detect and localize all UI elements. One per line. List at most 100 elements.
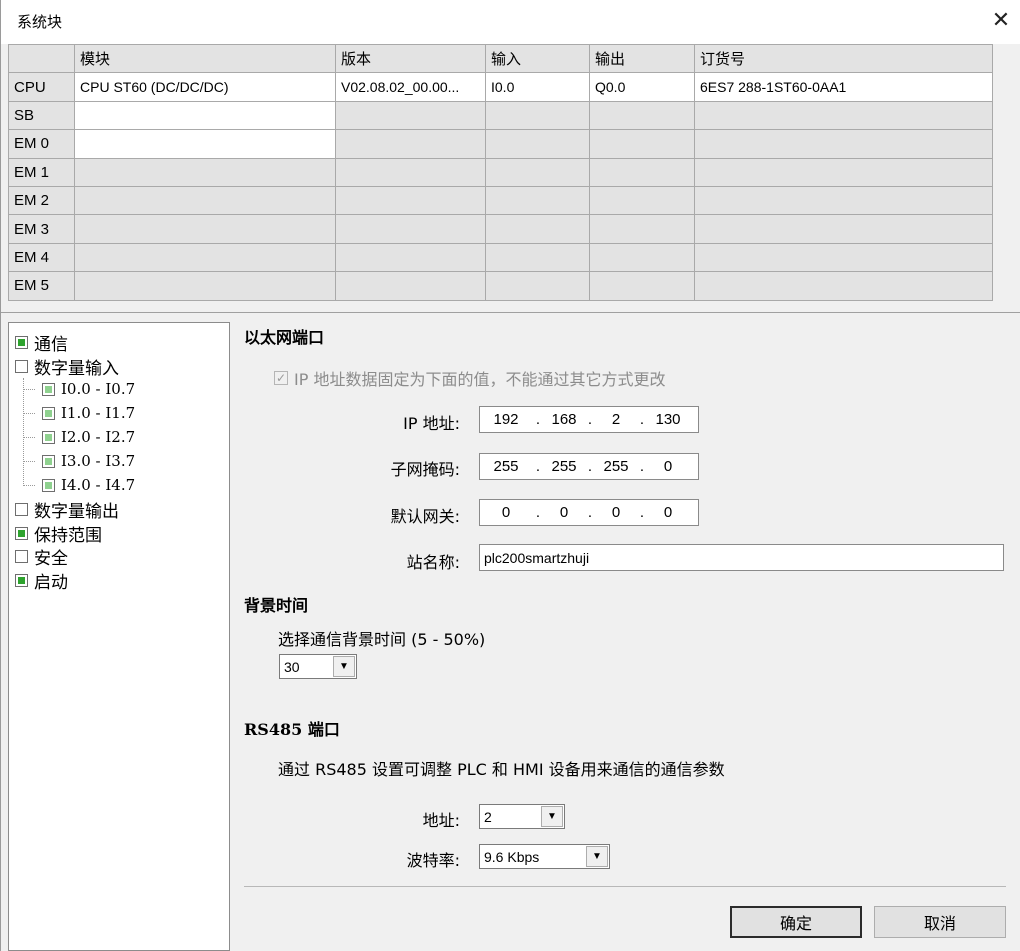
ip-octet[interactable]: 255 bbox=[596, 458, 636, 475]
ip-octet[interactable]: 255 bbox=[544, 458, 584, 475]
ip-dot: . bbox=[587, 458, 593, 475]
checkbox-icon[interactable] bbox=[42, 478, 55, 492]
tree-connector bbox=[23, 389, 35, 390]
baud-rate-select[interactable]: 9.6 Kbps ▼ bbox=[479, 844, 610, 869]
category-tree: 通信 数字量输入 I0.0 - I0.7 I1.0 - I1.7 I2.0 - … bbox=[8, 322, 230, 951]
table-row[interactable]: SB bbox=[8, 100, 993, 131]
rs485-address-select[interactable]: 2 ▼ bbox=[479, 804, 565, 829]
ip-dot: . bbox=[587, 411, 593, 428]
ip-octet[interactable]: 0 bbox=[544, 504, 584, 521]
ip-octet[interactable]: 168 bbox=[544, 411, 584, 428]
tree-item-input-range[interactable]: I0.0 - I0.7 bbox=[42, 378, 135, 400]
ok-button[interactable]: 确定 bbox=[730, 906, 862, 938]
tree-item-label: 启动 bbox=[34, 572, 68, 593]
checkbox-icon[interactable] bbox=[42, 382, 55, 396]
rs485-address-label: 地址: bbox=[422, 811, 460, 830]
fixed-ip-label: IP 地址数据固定为下面的值，不能通过其它方式更改 bbox=[294, 370, 666, 389]
system-block-dialog: 系统块 ✕ 模块 版本 输入 输出 订货号 CPU CPU ST60 (DC/D… bbox=[0, 0, 1020, 951]
close-icon[interactable]: ✕ bbox=[987, 7, 1015, 35]
ip-octet[interactable]: 0 bbox=[648, 458, 688, 475]
ip-dot: . bbox=[639, 458, 645, 475]
background-time-select[interactable]: 30 ▼ bbox=[279, 654, 357, 679]
table-row[interactable]: EM 4 bbox=[8, 242, 993, 273]
table-header-version: 版本 bbox=[335, 43, 486, 74]
chevron-down-icon[interactable]: ▼ bbox=[586, 846, 608, 867]
tree-item-label: 通信 bbox=[34, 334, 68, 355]
gateway-label: 默认网关: bbox=[390, 507, 460, 526]
ip-octet[interactable]: 0 bbox=[480, 504, 532, 521]
ip-octet[interactable]: 0 bbox=[648, 504, 688, 521]
tree-item-communication[interactable]: 通信 bbox=[15, 331, 68, 355]
background-time-value: 30 bbox=[284, 658, 300, 675]
tree-item-label: 保持范围 bbox=[34, 525, 102, 546]
rs485-description: 通过 RS485 设置可调整 PLC 和 HMI 设备用来通信的通信参数 bbox=[278, 760, 725, 779]
order-cell bbox=[694, 157, 993, 187]
checkbox-icon[interactable] bbox=[42, 430, 55, 444]
checkbox-icon[interactable] bbox=[15, 502, 28, 516]
row-label: EM 4 bbox=[8, 242, 75, 273]
ip-octet[interactable]: 192 bbox=[480, 411, 532, 428]
tree-item-security[interactable]: 安全 bbox=[15, 545, 68, 569]
table-row[interactable]: EM 5 bbox=[8, 271, 993, 301]
tree-item-input-range[interactable]: I2.0 - I2.7 bbox=[42, 426, 135, 448]
background-description: 选择通信背景时间 (5 - 50%) bbox=[278, 630, 486, 649]
checkbox-icon[interactable] bbox=[15, 573, 28, 587]
table-row[interactable]: EM 2 bbox=[8, 185, 993, 216]
station-name-field[interactable]: plc200smartzhuji bbox=[479, 544, 1004, 571]
subnet-mask-field[interactable]: 255. 255. 255. 0 bbox=[479, 453, 699, 480]
module-cell[interactable] bbox=[74, 271, 336, 301]
tree-item-input-range[interactable]: I1.0 - I1.7 bbox=[42, 402, 135, 424]
ip-dot: . bbox=[639, 411, 645, 428]
tree-item-retentive-ranges[interactable]: 保持范围 bbox=[15, 522, 102, 546]
input-cell bbox=[485, 185, 590, 216]
tree-connector bbox=[23, 413, 35, 414]
ip-dot: . bbox=[587, 504, 593, 521]
tree-connector bbox=[23, 378, 24, 486]
input-cell bbox=[485, 214, 590, 244]
checkbox-icon[interactable] bbox=[42, 406, 55, 420]
tree-item-digital-output[interactable]: 数字量输出 bbox=[15, 498, 119, 522]
module-cell[interactable] bbox=[74, 100, 336, 131]
rs485-section-title: RS485 端口 bbox=[244, 720, 340, 739]
tree-item-digital-input[interactable]: 数字量输入 bbox=[15, 355, 119, 379]
module-cell[interactable] bbox=[74, 129, 336, 159]
cancel-button[interactable]: 取消 bbox=[874, 906, 1006, 938]
order-cell bbox=[694, 100, 993, 131]
title-bar: 系统块 ✕ bbox=[1, 0, 1020, 44]
tree-item-input-range[interactable]: I3.0 - I3.7 bbox=[42, 450, 135, 472]
ip-octet[interactable]: 2 bbox=[596, 411, 636, 428]
chevron-down-icon[interactable]: ▼ bbox=[541, 806, 563, 827]
row-label: EM 5 bbox=[8, 271, 75, 301]
ip-octet[interactable]: 0 bbox=[596, 504, 636, 521]
module-cell[interactable] bbox=[74, 185, 336, 216]
checkbox-icon[interactable] bbox=[15, 335, 28, 349]
table-row[interactable]: EM 0 bbox=[8, 129, 993, 159]
ip-octet[interactable]: 255 bbox=[480, 458, 532, 475]
ip-address-field[interactable]: 192. 168. 2. 130 bbox=[479, 406, 699, 433]
row-label: EM 1 bbox=[8, 157, 75, 187]
tree-item-input-range[interactable]: I4.0 - I4.7 bbox=[42, 474, 135, 496]
gateway-field[interactable]: 0. 0. 0. 0 bbox=[479, 499, 699, 526]
checkbox-icon[interactable] bbox=[15, 526, 28, 540]
station-name-label: 站名称: bbox=[406, 553, 460, 572]
checkbox-icon[interactable] bbox=[42, 454, 55, 468]
module-cell[interactable] bbox=[74, 214, 336, 244]
tree-item-label: I3.0 - I3.7 bbox=[61, 452, 136, 470]
module-cell[interactable] bbox=[74, 242, 336, 273]
chevron-down-icon[interactable]: ▼ bbox=[333, 656, 355, 677]
input-cell bbox=[485, 242, 590, 273]
version-cell bbox=[335, 214, 486, 244]
table-row[interactable]: EM 3 bbox=[8, 214, 993, 244]
window-title: 系统块 bbox=[17, 13, 63, 31]
module-cell[interactable] bbox=[74, 157, 336, 187]
checkbox-icon[interactable] bbox=[15, 549, 28, 563]
row-label: EM 2 bbox=[8, 185, 75, 216]
module-cell[interactable]: CPU ST60 (DC/DC/DC) bbox=[74, 72, 336, 102]
table-row[interactable]: EM 1 bbox=[8, 157, 993, 187]
table-row[interactable]: CPU CPU ST60 (DC/DC/DC) V02.08.02_00.00.… bbox=[8, 72, 993, 102]
ip-octet[interactable]: 130 bbox=[648, 411, 688, 428]
version-cell bbox=[335, 129, 486, 159]
tree-item-startup[interactable]: 启动 bbox=[15, 569, 68, 593]
version-cell bbox=[335, 185, 486, 216]
checkbox-icon[interactable] bbox=[15, 359, 28, 373]
